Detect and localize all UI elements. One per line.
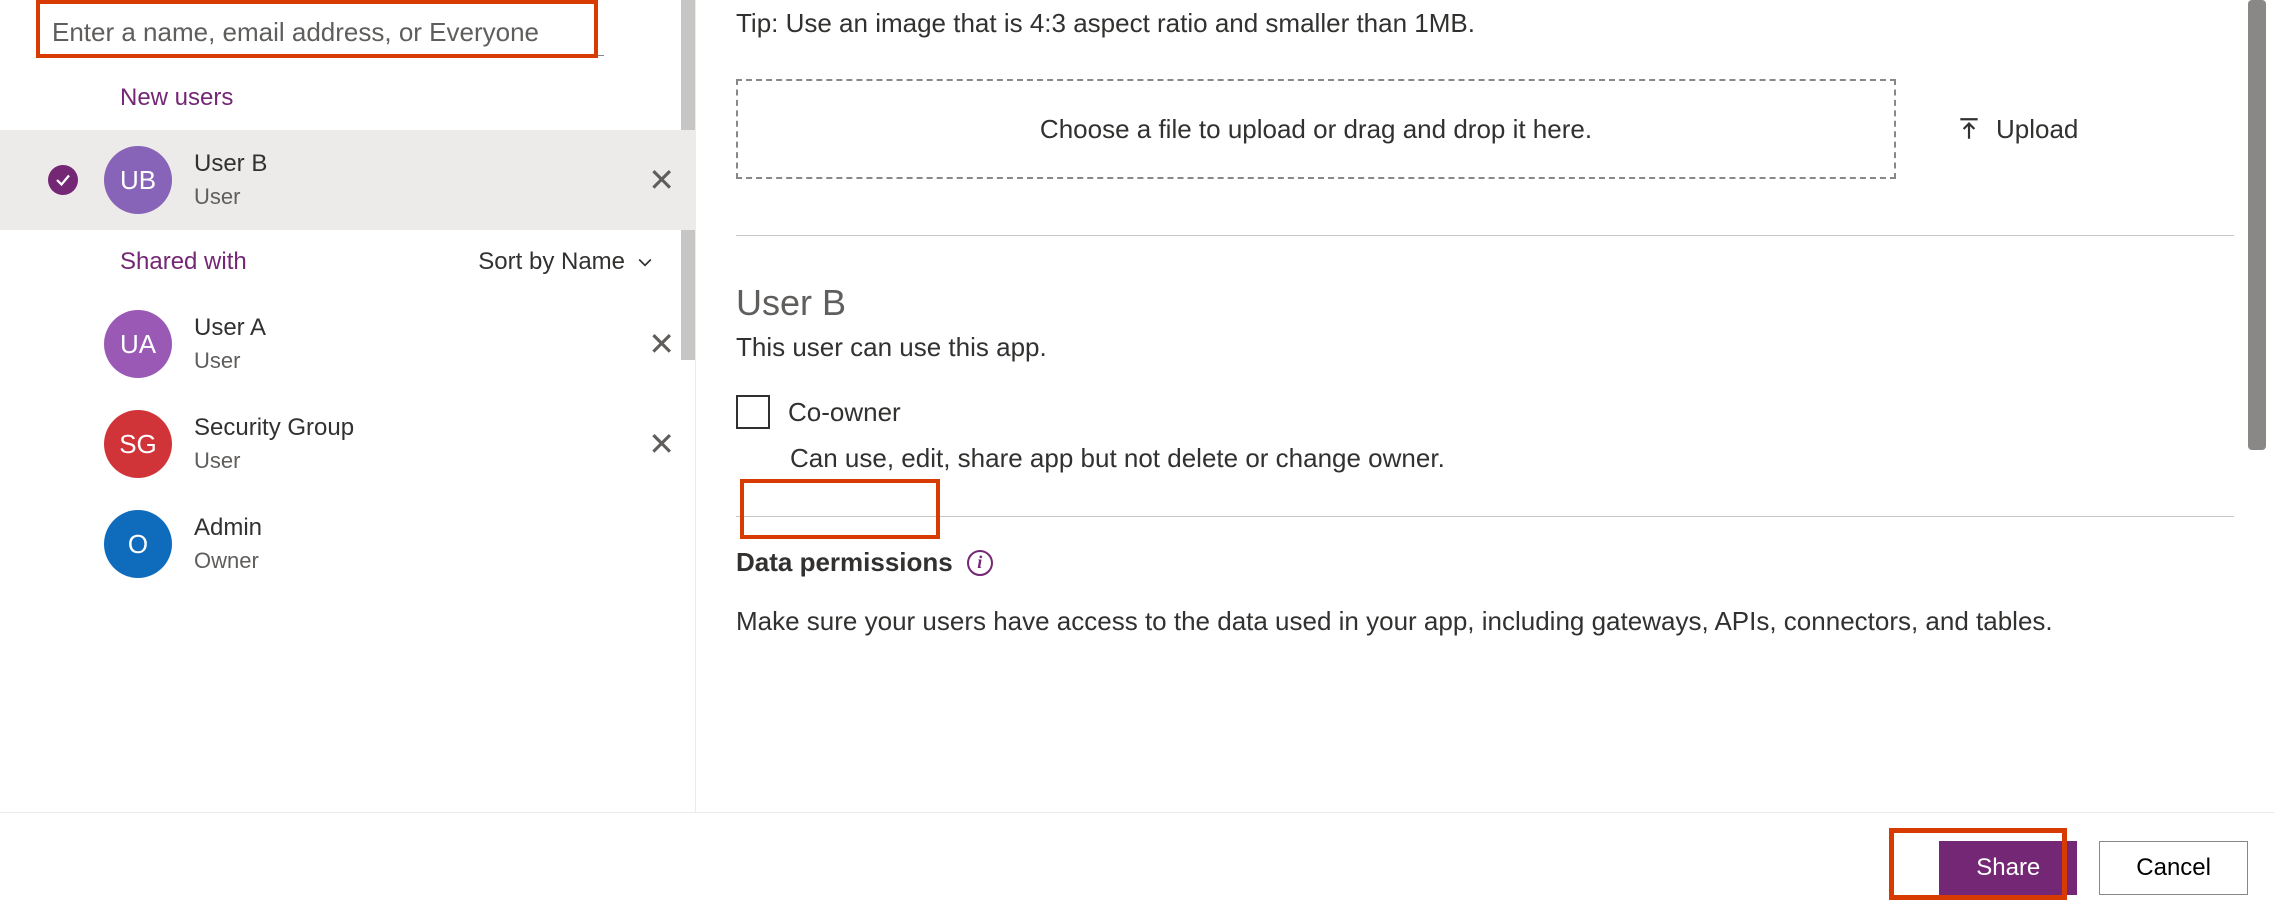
left-panel: New users UB User B User ✕ Shared with S… — [0, 0, 695, 922]
new-users-header: New users — [0, 66, 695, 130]
avatar: UA — [104, 310, 172, 378]
shared-with-header: Shared with — [120, 248, 247, 276]
user-search-input[interactable] — [44, 10, 604, 56]
divider — [736, 235, 2234, 236]
new-user-row[interactable]: UB User B User ✕ — [0, 130, 695, 230]
avatar: SG — [104, 410, 172, 478]
coowner-desc: Can use, edit, share app but not delete … — [790, 443, 2234, 474]
selected-user-desc: This user can use this app. — [736, 332, 2234, 363]
remove-user-icon[interactable]: ✕ — [648, 425, 675, 463]
sort-label: Sort by Name — [478, 248, 625, 276]
sort-dropdown[interactable]: Sort by Name — [478, 248, 655, 276]
coowner-checkbox[interactable] — [736, 395, 770, 429]
avatar: UB — [104, 146, 172, 214]
upload-button[interactable]: Upload — [1956, 114, 2078, 145]
info-icon[interactable]: i — [967, 550, 993, 576]
remove-user-icon[interactable]: ✕ — [648, 161, 675, 199]
avatar: O — [104, 510, 172, 578]
shared-user-row[interactable]: O Admin Owner — [0, 494, 695, 594]
divider — [736, 516, 2234, 517]
user-name: Admin — [194, 514, 262, 542]
right-scrollbar[interactable] — [2248, 0, 2266, 450]
data-permissions-desc: Make sure your users have access to the … — [736, 606, 2234, 637]
dialog-footer: Share Cancel — [0, 812, 2274, 922]
user-name: Security Group — [194, 414, 354, 442]
right-panel: Tip: Use an image that is 4:3 aspect rat… — [695, 0, 2274, 922]
user-name: User A — [194, 314, 266, 342]
shared-user-row[interactable]: UA User A User ✕ — [0, 294, 695, 394]
upload-dropzone[interactable]: Choose a file to upload or drag and drop… — [736, 79, 1896, 179]
upload-label: Upload — [1996, 114, 2078, 145]
upload-icon — [1956, 116, 1982, 142]
remove-user-icon[interactable]: ✕ — [648, 325, 675, 363]
selected-check-icon — [48, 165, 78, 195]
user-role: User — [194, 184, 267, 210]
data-permissions-title: Data permissions — [736, 547, 953, 578]
user-name: User B — [194, 150, 267, 178]
shared-user-row[interactable]: SG Security Group User ✕ — [0, 394, 695, 494]
coowner-label: Co-owner — [788, 397, 901, 428]
user-role: Owner — [194, 548, 262, 574]
selected-user-name: User B — [736, 282, 2234, 324]
user-role: User — [194, 348, 266, 374]
chevron-down-icon — [635, 252, 655, 272]
user-role: User — [194, 448, 354, 474]
image-tip: Tip: Use an image that is 4:3 aspect rat… — [736, 0, 2234, 39]
cancel-button[interactable]: Cancel — [2099, 841, 2248, 895]
share-button[interactable]: Share — [1939, 841, 2077, 895]
